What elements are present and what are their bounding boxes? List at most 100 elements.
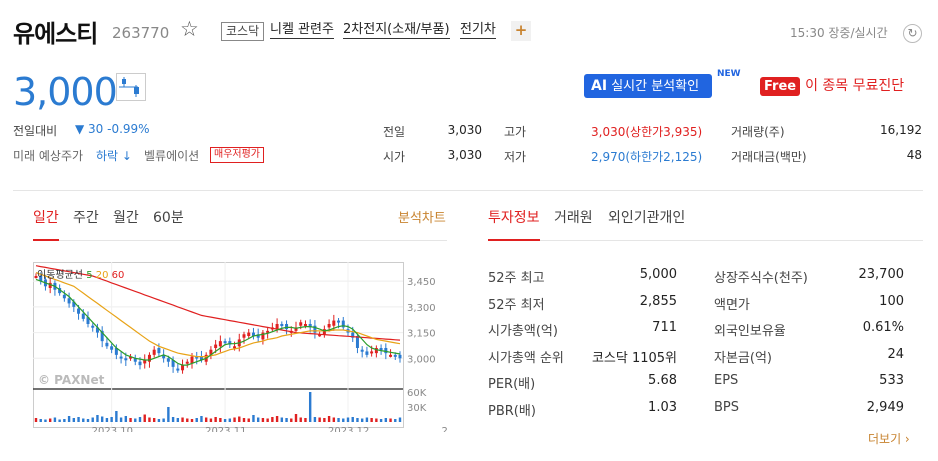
volume-bar bbox=[77, 417, 80, 422]
volume-bar bbox=[370, 418, 373, 422]
ai-analysis-button[interactable]: AI 실시간 분석확인 bbox=[584, 74, 712, 98]
candle-body bbox=[185, 361, 189, 364]
candle-body bbox=[138, 361, 142, 366]
investment-label: 자본금(억) bbox=[714, 350, 772, 366]
candle-body bbox=[327, 324, 331, 328]
investment-value: 533 bbox=[879, 373, 904, 388]
volume-bar bbox=[134, 418, 137, 422]
theme-link-nickel[interactable]: 니켈 관련주 bbox=[270, 22, 334, 39]
volume-bar bbox=[337, 418, 340, 422]
favorite-star-icon[interactable]: ☆ bbox=[180, 17, 199, 41]
investment-label: 액면가 bbox=[714, 297, 750, 313]
candle-body bbox=[152, 349, 156, 355]
x-tick-label: 2023.11 bbox=[205, 426, 246, 432]
volume-bar bbox=[138, 417, 142, 422]
theme-link-ev[interactable]: 전기차 bbox=[460, 22, 496, 39]
volume-bar bbox=[290, 418, 293, 422]
chart-legend: 이동평균선 5 20 60 bbox=[37, 266, 124, 281]
volume-bar bbox=[266, 418, 269, 422]
candle-body bbox=[360, 349, 364, 352]
volume-bar bbox=[242, 418, 246, 422]
investment-value: 0.61% bbox=[862, 320, 904, 335]
volume-bar bbox=[96, 415, 99, 422]
volume-bar bbox=[261, 418, 265, 422]
volume-bar bbox=[181, 417, 184, 422]
candle-body bbox=[393, 354, 397, 357]
volume-bar bbox=[351, 417, 354, 422]
predict-value[interactable]: 하락 ↓ bbox=[96, 147, 132, 164]
volume-bar bbox=[190, 419, 194, 422]
price-chart[interactable]: 3,450 3,300 3,150 3,000 60K 30K 2023.10 2023.11… bbox=[33, 262, 447, 432]
tab-daily[interactable]: 일간 bbox=[33, 207, 59, 227]
volume-bar bbox=[171, 417, 175, 422]
valuation-label: 벨류에이션 bbox=[144, 149, 200, 163]
volume-bar bbox=[318, 417, 321, 422]
candle-body bbox=[370, 351, 374, 354]
investment-value: 100 bbox=[879, 293, 904, 309]
volume-bar bbox=[195, 418, 198, 422]
candle-body bbox=[147, 354, 151, 362]
free-diagnosis-link[interactable]: Free 이 종목 무료진단 bbox=[760, 74, 904, 98]
tab-60min[interactable]: 60분 bbox=[153, 207, 184, 227]
volume-bar bbox=[256, 417, 260, 422]
y-tick-label: 3,450 bbox=[407, 277, 436, 288]
volume-bar bbox=[394, 419, 397, 422]
candle-body bbox=[67, 298, 71, 304]
volume-bar bbox=[233, 417, 236, 422]
volume-bar bbox=[209, 418, 213, 422]
theme-link-battery[interactable]: 2차전지(소재/부품) bbox=[343, 22, 450, 39]
stat-value: 3,030 bbox=[447, 148, 482, 162]
stat-label: 전일 bbox=[383, 125, 406, 139]
stat-value-high: 3,030(상한가3,935) bbox=[591, 125, 703, 139]
volume-bar bbox=[100, 416, 104, 422]
volume-bar bbox=[119, 417, 123, 422]
volume-bar bbox=[39, 419, 42, 422]
candle-body bbox=[379, 348, 383, 350]
volume-bar bbox=[365, 417, 369, 422]
market-badge: 코스닥 bbox=[221, 22, 265, 41]
add-theme-button[interactable]: + bbox=[511, 21, 531, 41]
volume-bar bbox=[44, 419, 47, 422]
analysis-chart-link[interactable]: 분석차트 bbox=[398, 207, 446, 226]
candle-body bbox=[332, 320, 336, 326]
more-link[interactable]: 더보기 › bbox=[868, 430, 910, 447]
volume-bar bbox=[143, 414, 146, 422]
volume-bar bbox=[323, 418, 326, 422]
tab-weekly[interactable]: 주간 bbox=[73, 207, 99, 227]
y-tick-label: 3,000 bbox=[407, 354, 436, 365]
candle-body bbox=[223, 341, 227, 344]
tab-brokers[interactable]: 거래원 bbox=[554, 207, 593, 227]
candle-body bbox=[91, 325, 95, 328]
valuation-badge[interactable]: 매우저평가 bbox=[210, 147, 264, 163]
tab-monthly[interactable]: 월간 bbox=[113, 207, 139, 227]
volume-bar bbox=[34, 418, 38, 422]
candle-body bbox=[398, 354, 402, 359]
stat-label: 고가 bbox=[504, 125, 527, 139]
current-price: 3,000 bbox=[13, 70, 118, 114]
volume-bar bbox=[342, 418, 345, 422]
tab-investment-info[interactable]: 투자정보 bbox=[488, 207, 540, 227]
volume-bar bbox=[294, 414, 298, 422]
candle-chart-icon[interactable] bbox=[116, 73, 146, 101]
refresh-icon[interactable]: ↻ bbox=[903, 24, 922, 43]
volume-bar bbox=[219, 418, 222, 422]
tab-investors[interactable]: 외인기관개인 bbox=[608, 207, 685, 227]
stat-value-low: 2,970(하한가2,125) bbox=[591, 150, 703, 164]
volume-bar bbox=[115, 411, 118, 422]
volume-bar bbox=[356, 418, 359, 422]
candle-body bbox=[280, 324, 284, 326]
investment-value: 24 bbox=[887, 346, 904, 362]
volume-bar bbox=[308, 392, 312, 422]
volume-bar bbox=[271, 417, 274, 422]
volume-bar bbox=[58, 419, 61, 422]
investment-value: 711 bbox=[652, 320, 677, 335]
investment-label: 52주 최저 bbox=[488, 297, 545, 313]
candle-body bbox=[176, 368, 180, 371]
volume-tick-label: 30K bbox=[407, 403, 427, 414]
investment-label: 시가총액(억) bbox=[488, 324, 558, 339]
volume-bar bbox=[63, 419, 66, 422]
stat-label: 거래대금(백만) bbox=[731, 150, 807, 164]
volume-bar bbox=[285, 418, 288, 422]
candle-body bbox=[110, 346, 114, 350]
volume-bar bbox=[53, 417, 57, 422]
